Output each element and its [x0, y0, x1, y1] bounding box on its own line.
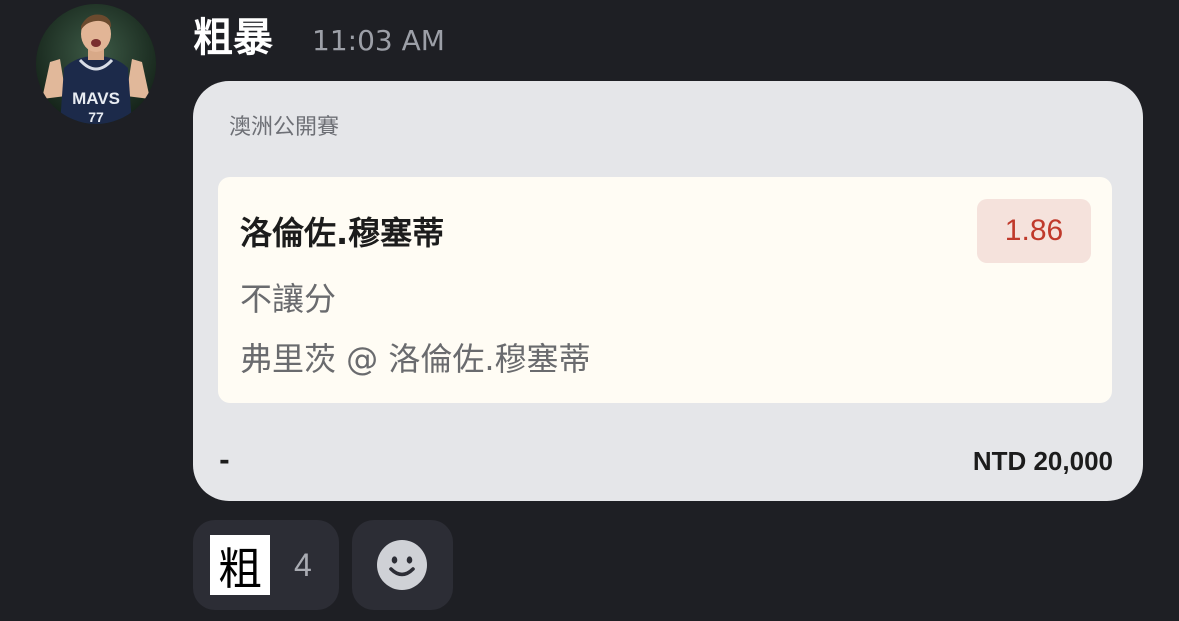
user-avatar[interactable]: MAVS 77: [36, 4, 156, 124]
reaction-button[interactable]: 粗 4: [193, 520, 339, 610]
tournament-label: 澳洲公開賽: [229, 115, 340, 140]
smiley-icon: [377, 540, 427, 590]
odds-badge: 1.86: [977, 199, 1091, 263]
username[interactable]: 粗暴: [193, 12, 273, 64]
stake-amount: NTD 20,000: [972, 446, 1113, 476]
message-timestamp: 11:03 AM: [312, 24, 445, 57]
svg-text:MAVS: MAVS: [72, 89, 120, 108]
reaction-emoji: 粗: [210, 535, 270, 595]
svg-text:77: 77: [88, 109, 104, 124]
add-reaction-button[interactable]: [352, 520, 453, 610]
player-avatar-icon: MAVS 77: [36, 4, 156, 124]
bet-result: -: [219, 446, 230, 476]
bet-selection: 洛倫佐.穆塞蒂 1.86 不讓分 弗里茨 @ 洛倫佐.穆塞蒂: [218, 177, 1112, 403]
bet-card[interactable]: 澳洲公開賽 洛倫佐.穆塞蒂 1.86 不讓分 弗里茨 @ 洛倫佐.穆塞蒂 - N…: [193, 81, 1143, 501]
matchup: 弗里茨 @ 洛倫佐.穆塞蒂: [240, 340, 591, 378]
selection-name: 洛倫佐.穆塞蒂: [240, 214, 445, 252]
bet-market: 不讓分: [240, 280, 337, 318]
reaction-count: 4: [294, 547, 312, 583]
